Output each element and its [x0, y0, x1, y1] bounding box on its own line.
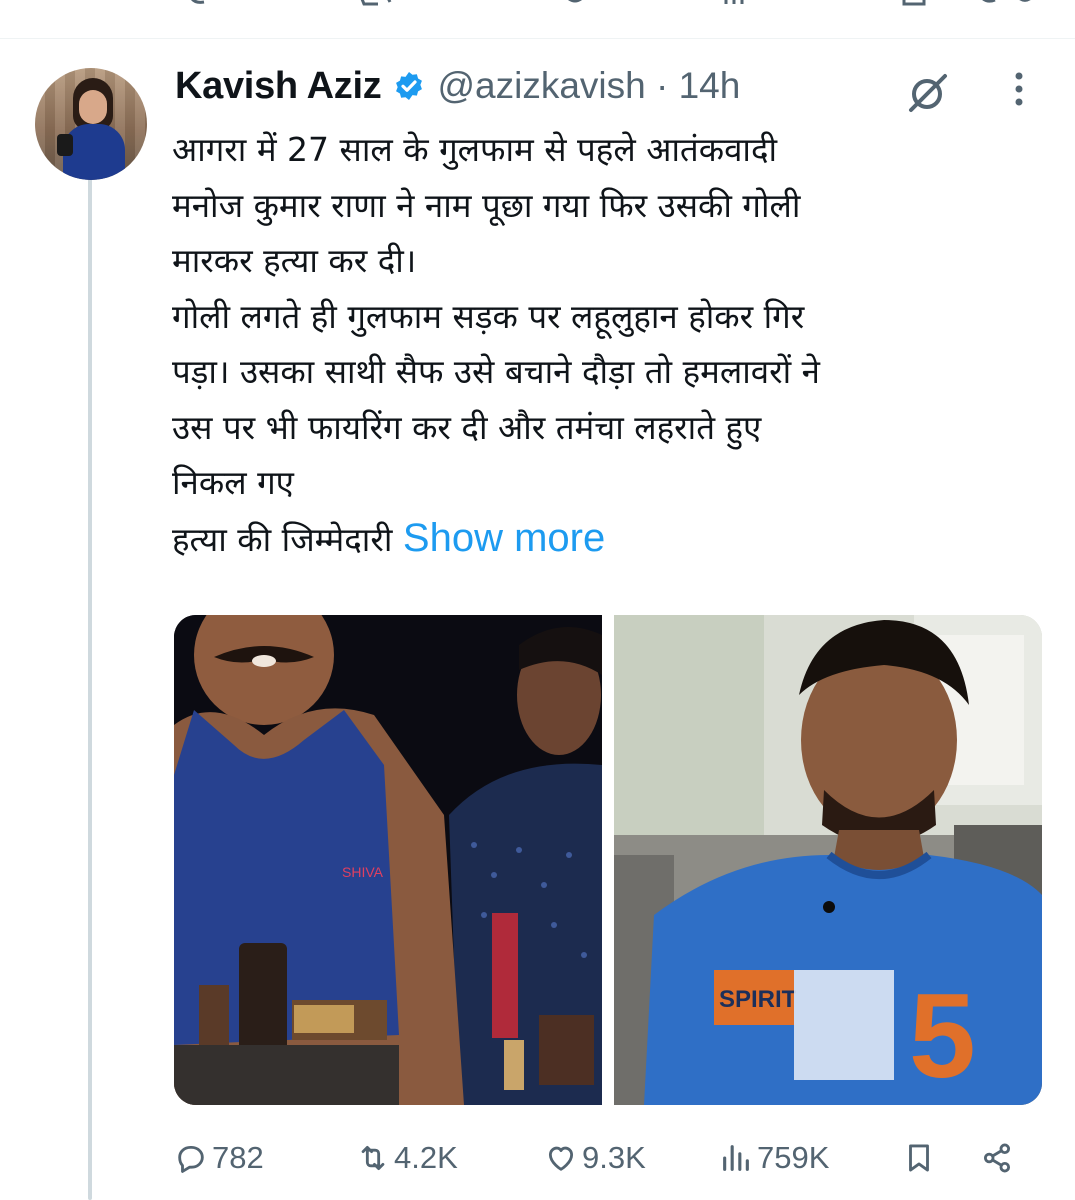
tshirt-print-text: SPIRIT: [719, 986, 797, 1013]
reply-count: 782: [212, 1140, 264, 1175]
like-button[interactable]: 9.3K: [544, 1128, 646, 1188]
media-grid: SHIVA SPIRIT 5: [174, 615, 1042, 1105]
divider: [0, 38, 1075, 39]
media-photo-left[interactable]: SHIVA: [174, 615, 602, 1105]
repost-count: 4.2K: [394, 1140, 458, 1175]
tweet-header: Kavish Aziz @azizkavish · 14h: [175, 60, 740, 112]
author-name[interactable]: Kavish Aziz: [175, 65, 382, 108]
tweet-text-last-line: हत्या की जिम्मेदारी Show more: [172, 511, 1052, 567]
tweet-actions: 782 4.2K 9.3K 759K: [174, 1128, 1044, 1188]
reply-button[interactable]: 782: [174, 1128, 264, 1188]
reply-icon[interactable]: [188, 0, 208, 8]
tweet-text-line: मारकर हत्या कर दी।: [172, 241, 417, 280]
repost-icon: [361, 1145, 385, 1171]
bookmark-button[interactable]: [902, 1128, 940, 1188]
views-icon[interactable]: [722, 0, 752, 8]
media-photo-right[interactable]: SPIRIT 5: [614, 615, 1042, 1105]
verified-badge-icon: [396, 72, 423, 100]
tweet-text-line: आगरा में 27 साल के गुलफाम से पहले आतंकवा…: [172, 130, 778, 169]
tweet-text-line: पड़ा। उसका साथी सैफ उसे बचाने दौड़ा तो ह…: [172, 352, 820, 391]
avatar[interactable]: [35, 68, 147, 180]
views-button[interactable]: 759K: [719, 1128, 829, 1188]
bookmark-icon: [909, 1144, 929, 1172]
thread-line: [88, 160, 92, 1200]
previous-tweet-actions: [0, 0, 1075, 40]
bookmark-icon[interactable]: [902, 0, 926, 8]
repost-button[interactable]: 4.2K: [356, 1128, 458, 1188]
repost-icon[interactable]: [358, 0, 398, 8]
grok-icon[interactable]: [905, 70, 949, 114]
tweet-text: आगरा में 27 साल के गुलफाम से पहले आतंकवा…: [172, 122, 1052, 566]
like-count: 9.3K: [582, 1140, 646, 1175]
handle-time[interactable]: @azizkavish · 14h: [437, 65, 740, 107]
more-icon[interactable]: [1008, 70, 1030, 110]
share-icon[interactable]: [975, 0, 1035, 8]
tweet-text-line: मनोज कुमार राणा ने नाम पूछा गया फिर उसकी…: [172, 185, 801, 225]
tweet-text-line: उस पर भी फायरिंग कर दी और तमंचा लहराते ह…: [172, 407, 762, 447]
views-icon: [723, 1145, 749, 1171]
photo-two-men-night: SHIVA: [174, 615, 602, 1105]
tshirt-number: 5: [909, 969, 976, 1103]
tweet-text-line: निकल गए: [172, 463, 294, 502]
truncated-text: हत्या की जिम्मेदारी: [172, 519, 393, 559]
like-icon[interactable]: [560, 0, 590, 8]
photo-man-blue-tshirt: SPIRIT 5: [614, 615, 1042, 1105]
like-icon: [548, 1146, 574, 1171]
reply-icon: [178, 1145, 204, 1173]
show-more-link[interactable]: Show more: [403, 516, 605, 560]
share-icon: [983, 1143, 1011, 1173]
views-count: 759K: [757, 1140, 830, 1175]
share-button[interactable]: [980, 1128, 1018, 1188]
shirt-logo-text: SHIVA: [342, 864, 384, 880]
tweet-text-line: गोली लगते ही गुलफाम सड़क पर लहूलुहान होक…: [172, 296, 805, 336]
